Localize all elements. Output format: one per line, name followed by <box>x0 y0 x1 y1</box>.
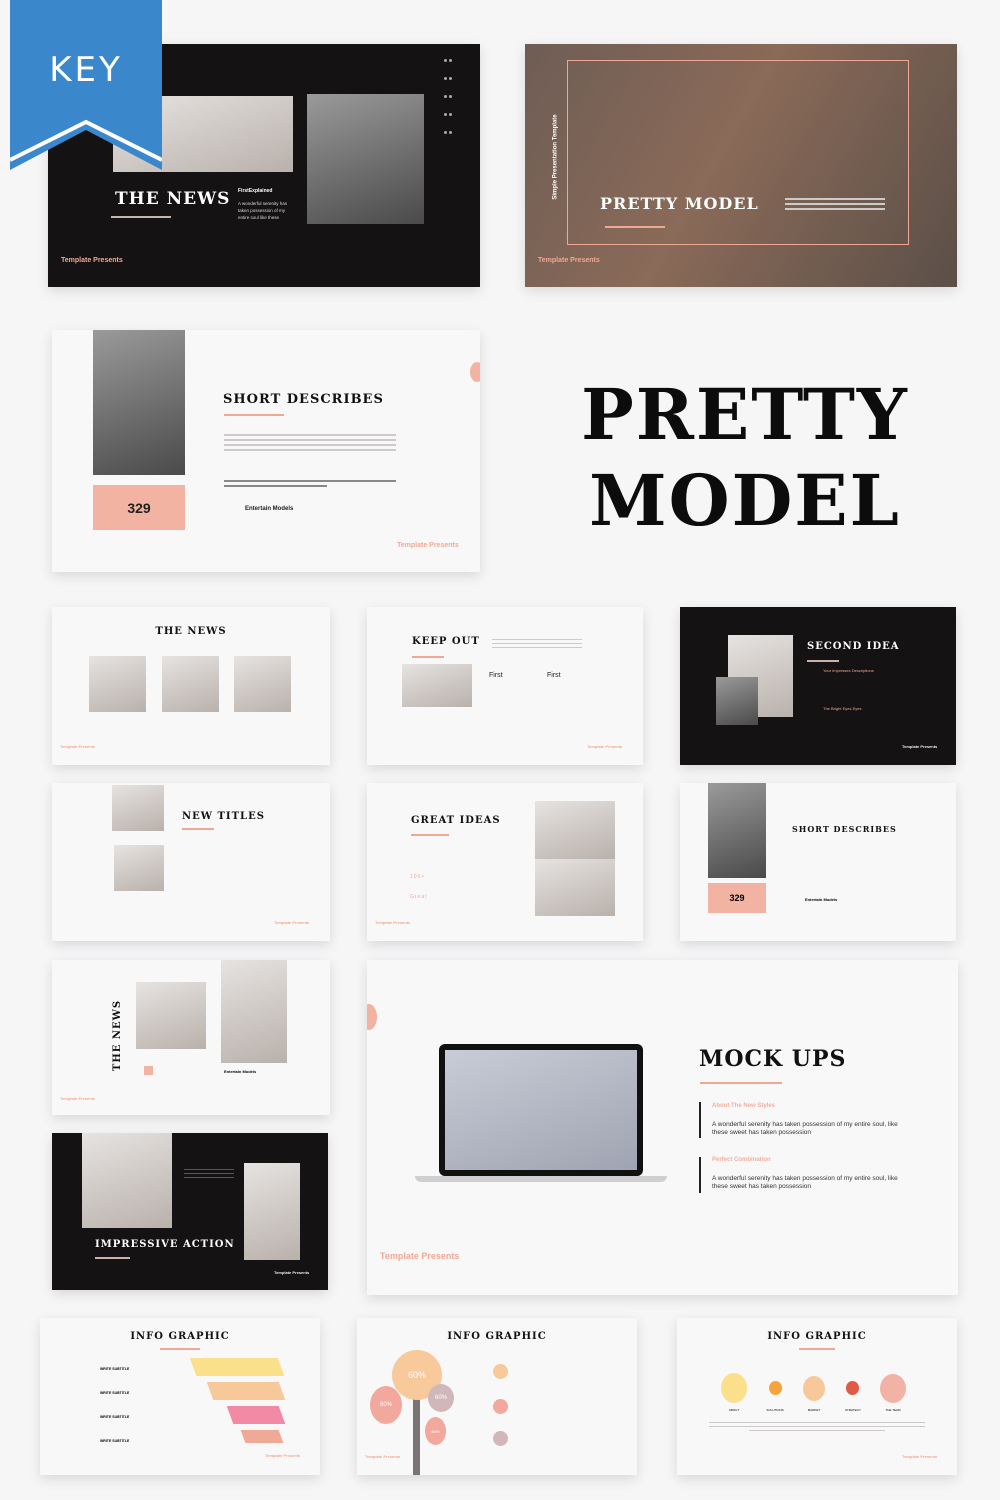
footer-label: Template Presents <box>60 744 96 749</box>
slide-mock-ups[interactable]: MOCK UPS About The New Styles A wonderfu… <box>367 960 958 1295</box>
link-label[interactable]: Entertain Models <box>245 506 293 512</box>
slide-short-describes-small[interactable]: 329 SHORT DESCRIBES Entertain Models <box>680 783 956 941</box>
slide-title: MOCK UPS <box>699 1046 847 1072</box>
slide-great-ideas[interactable]: GREAT IDEAS 100+ Great Template Presents <box>367 783 643 941</box>
footer-label: Template Presents <box>587 744 623 749</box>
column-heading: First <box>547 672 561 679</box>
slide-second-idea[interactable]: SECOND IDEA Your Impresses Descriptions … <box>680 607 956 765</box>
stat-value: 329 <box>127 499 151 516</box>
slide-info-graphic-3[interactable]: INFO GRAPHIC ABOUT SOLUTIONS MARKET STRA… <box>677 1318 957 1475</box>
subtitle: FirstExplained <box>238 188 273 194</box>
footer-label: Template Presents <box>902 744 938 749</box>
column-heading: First <box>489 672 503 679</box>
item-title: About The New Styles <box>712 1103 776 1109</box>
slide-title: THE NEWS <box>115 189 231 209</box>
slide-short-describes[interactable]: 329 SHORT DESCRIBES Entertain Models Tem… <box>52 330 480 572</box>
slide-title: SHORT DESCRIBES <box>223 392 384 407</box>
slide-title: PRETTY MODEL <box>600 194 759 213</box>
slide-news-vertical[interactable]: THE NEWS Entertain Models Template Prese… <box>52 960 330 1115</box>
slide-title: SHORT DESCRIBES <box>792 824 897 834</box>
slide-title: IMPRESSIVE ACTION <box>95 1239 235 1250</box>
stat-label: 100+ <box>410 874 426 880</box>
slide-title: NEW TITLES <box>182 811 265 822</box>
item-label: Your Impresses Descriptions <box>823 668 874 673</box>
footer-label: Template Presents <box>274 1270 310 1275</box>
footer-label: Template Presents <box>397 542 459 549</box>
slide-title: KEEP OUT <box>412 636 480 647</box>
main-title: PRETTY MODEL <box>560 372 930 544</box>
item-title: Perfect Combination <box>712 1157 771 1163</box>
slide-info-graphic-1[interactable]: INFO GRAPHIC WRITE SUBTITLE WRITE SUBTIT… <box>40 1318 320 1475</box>
slide-info-graphic-2[interactable]: INFO GRAPHIC 60% 60% 60% 60% Template Pr… <box>357 1318 637 1475</box>
slide-title: THE NEWS <box>112 999 124 1072</box>
slide-title: GREAT IDEAS <box>411 815 501 826</box>
stat-box: 329 <box>93 485 185 530</box>
item-body: A wonderful serenity has taken possessio… <box>712 1121 898 1136</box>
stat-value: 329 <box>729 893 745 903</box>
item-body: A wonderful serenity has taken possessio… <box>712 1175 898 1190</box>
footer-label: Template Presents <box>365 1454 401 1459</box>
body-text: A wonderful serenity has taken possessio… <box>238 201 288 220</box>
footer-label: Template Presents <box>380 1251 460 1261</box>
laptop-screen <box>439 1044 643 1176</box>
footer-label: Template Presents <box>902 1454 938 1459</box>
link-label[interactable]: Entertain Models <box>224 1069 256 1074</box>
footer-label: Template Presents <box>61 257 123 264</box>
slide-title: INFO GRAPHIC <box>767 1331 867 1342</box>
slide-title: INFO GRAPHIC <box>447 1331 547 1342</box>
footer-label: Template Presents <box>375 920 411 925</box>
link-label[interactable]: Entertain Models <box>805 897 837 902</box>
subtitle: WRITE SUBTITLE <box>100 1367 130 1371</box>
photo-man <box>307 94 424 224</box>
footer-label: Template Presents <box>538 257 600 264</box>
laptop-base <box>415 1176 667 1182</box>
subtitle: WRITE SUBTITLE <box>100 1415 130 1419</box>
subtitle: WRITE SUBTITLE <box>100 1391 130 1395</box>
footer-label: Template Presents <box>265 1453 301 1458</box>
key-label: KEY <box>49 50 123 90</box>
footer-label: Template Presents <box>274 920 310 925</box>
slide-keep-out[interactable]: KEEP OUT First First Template Presents <box>367 607 643 765</box>
slide-title: INFO GRAPHIC <box>130 1331 230 1342</box>
subtitle: WRITE SUBTITLE <box>100 1439 130 1443</box>
slide-pretty-model[interactable]: Simple Presentation Template PRETTY MODE… <box>525 44 957 287</box>
item-label: The Bright Eyes Eyes <box>823 706 862 711</box>
title-line-2: MODEL <box>589 459 901 542</box>
vertical-label: Simple Presentation Template <box>552 114 559 200</box>
footer-label: Template Presents <box>60 1096 96 1101</box>
title-line-1: PRETTY <box>581 373 909 456</box>
key-badge: KEY <box>9 0 163 170</box>
slide-news-grid[interactable]: THE NEWS Template Presents <box>52 607 330 765</box>
photo-model <box>93 330 185 475</box>
slide-title: THE NEWS <box>155 626 227 637</box>
slide-new-titles[interactable]: NEW TITLES Template Presents <box>52 783 330 941</box>
slide-title: SECOND IDEA <box>807 641 900 652</box>
slide-impressive-action[interactable]: IMPRESSIVE ACTION Template Presents <box>52 1133 328 1290</box>
stat-label: Great <box>410 894 428 900</box>
